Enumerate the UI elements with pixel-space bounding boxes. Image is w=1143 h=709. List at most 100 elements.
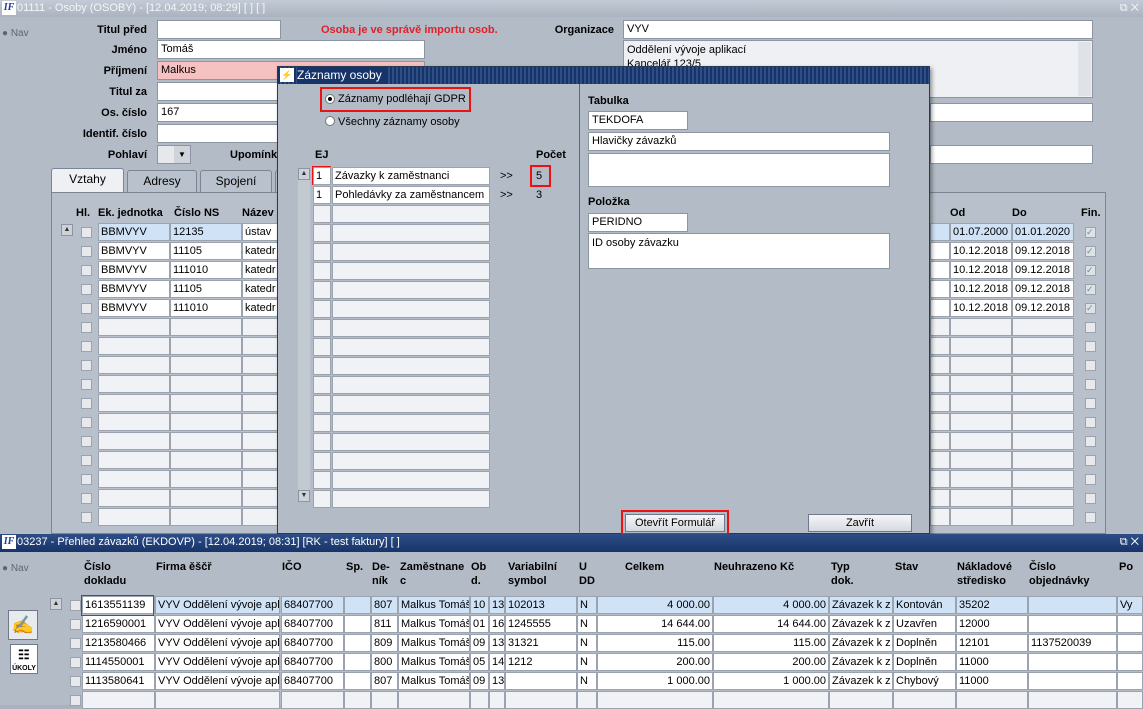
jmeno-field[interactable]: Tomáš bbox=[157, 40, 425, 59]
cell-do[interactable]: 09.12.2018 bbox=[1012, 261, 1074, 279]
cell-cislo-ns[interactable] bbox=[170, 508, 242, 526]
cell-typ[interactable]: Závazek k z bbox=[829, 653, 893, 671]
row-checkbox[interactable] bbox=[70, 600, 81, 611]
cell-hidden[interactable] bbox=[930, 432, 950, 450]
cell-udd[interactable]: N bbox=[577, 596, 597, 614]
cell-od[interactable] bbox=[950, 413, 1012, 431]
pen-hand-icon[interactable]: ✍ bbox=[8, 610, 38, 640]
cell-nazev[interactable] bbox=[242, 356, 278, 374]
cell-cislo-ns[interactable] bbox=[170, 470, 242, 488]
fin-checkbox[interactable]: ✓ bbox=[1085, 284, 1096, 295]
fin-checkbox[interactable]: ✓ bbox=[1085, 246, 1096, 257]
tabulka-desc-field[interactable]: Hlavičky závazků bbox=[588, 132, 890, 151]
cell-nazev[interactable] bbox=[242, 451, 278, 469]
cell-hidden[interactable] bbox=[930, 470, 950, 488]
cell-cislo-ns[interactable]: 111010 bbox=[170, 299, 242, 317]
cell-zaznam-name[interactable] bbox=[332, 262, 490, 280]
cell-cislo-ns[interactable] bbox=[170, 451, 242, 469]
cell-stav[interactable]: Doplněn bbox=[893, 634, 956, 652]
organizace-field[interactable]: VYV bbox=[623, 20, 1093, 39]
cell-ob2[interactable]: 14 bbox=[489, 653, 505, 671]
cell-stav[interactable]: Kontován bbox=[893, 596, 956, 614]
hl-checkbox[interactable] bbox=[81, 360, 92, 371]
cell-den[interactable]: 807 bbox=[371, 672, 398, 690]
cell-hidden[interactable] bbox=[930, 223, 950, 241]
cell-ek-jednotka[interactable] bbox=[98, 337, 170, 355]
cell-ek-jednotka[interactable] bbox=[98, 451, 170, 469]
cell-firma[interactable]: VYV Oddělení vývoje apl bbox=[155, 615, 280, 633]
cell-neuhr[interactable]: 1 000.00 bbox=[713, 672, 829, 690]
cell-od[interactable] bbox=[950, 508, 1012, 526]
cell-celkem[interactable]: 115.00 bbox=[597, 634, 713, 652]
cell-den[interactable]: 811 bbox=[371, 615, 398, 633]
cell-ej[interactable] bbox=[313, 319, 331, 337]
cell-nazev[interactable]: katedr bbox=[242, 280, 278, 298]
cell-nazev[interactable]: katedr bbox=[242, 299, 278, 317]
cell-firma[interactable]: VYV Oddělení vývoje apl bbox=[155, 672, 280, 690]
cell-obj[interactable] bbox=[1028, 615, 1117, 633]
cell-ej[interactable] bbox=[313, 471, 331, 489]
cell-ob2[interactable]: 13 bbox=[489, 672, 505, 690]
hl-checkbox[interactable] bbox=[81, 227, 92, 238]
cell-neuhr[interactable] bbox=[713, 691, 829, 709]
cell-zaznam-name[interactable] bbox=[332, 376, 490, 394]
cell-hidden[interactable] bbox=[930, 451, 950, 469]
cell-do[interactable] bbox=[1012, 451, 1074, 469]
cell-od[interactable]: 01.07.2000 bbox=[950, 223, 1012, 241]
cell-zaznam-name[interactable] bbox=[332, 205, 490, 223]
hl-checkbox[interactable] bbox=[81, 379, 92, 390]
cell-zaznam-name[interactable] bbox=[332, 338, 490, 356]
hl-checkbox[interactable] bbox=[81, 246, 92, 257]
cell-zam[interactable]: Malkus Tomáš bbox=[398, 653, 470, 671]
cell-od[interactable]: 10.12.2018 bbox=[950, 242, 1012, 260]
cell-zaznam-name[interactable] bbox=[332, 243, 490, 261]
cell-cislo-ns[interactable]: 12135 bbox=[170, 223, 242, 241]
cell-typ[interactable]: Závazek k z bbox=[829, 634, 893, 652]
cell-neuhr[interactable]: 4 000.00 bbox=[713, 596, 829, 614]
cell-ob1[interactable]: 05 bbox=[470, 653, 489, 671]
window-controls-2[interactable]: ⧉ ✕ bbox=[1120, 534, 1139, 551]
cell-ico[interactable]: 68407700 bbox=[281, 596, 344, 614]
cell-cislo-ns[interactable] bbox=[170, 356, 242, 374]
cell-ek-jednotka[interactable] bbox=[98, 356, 170, 374]
hl-checkbox[interactable] bbox=[81, 417, 92, 428]
cell-obj[interactable] bbox=[1028, 691, 1117, 709]
cell-typ[interactable]: Závazek k z bbox=[829, 672, 893, 690]
nav-indicator-2[interactable]: ● Nav bbox=[2, 563, 29, 574]
cell-ek-jednotka[interactable] bbox=[98, 413, 170, 431]
cell-po[interactable] bbox=[1117, 691, 1143, 709]
cell-od[interactable] bbox=[950, 375, 1012, 393]
titul-pred-field[interactable] bbox=[157, 20, 281, 39]
polozka-code-field[interactable]: PERIDNO bbox=[588, 213, 688, 232]
cell-ns[interactable]: 12101 bbox=[956, 634, 1028, 652]
cell-cislo-ns[interactable]: 111010 bbox=[170, 261, 242, 279]
cell-cislo-ns[interactable] bbox=[170, 413, 242, 431]
cell-od[interactable] bbox=[950, 394, 1012, 412]
titul-za-field[interactable] bbox=[157, 82, 281, 101]
cell-nazev[interactable] bbox=[242, 318, 278, 336]
cell-zaznam-name[interactable] bbox=[332, 490, 490, 508]
tabulka-code-field[interactable]: TEKDOFA bbox=[588, 111, 688, 130]
cell-ob2[interactable]: 13 bbox=[489, 634, 505, 652]
fin-checkbox[interactable] bbox=[1085, 493, 1096, 504]
cell-neuhr[interactable]: 115.00 bbox=[713, 634, 829, 652]
cell-do[interactable] bbox=[1012, 394, 1074, 412]
cell-ek-jednotka[interactable] bbox=[98, 470, 170, 488]
fin-checkbox[interactable] bbox=[1085, 417, 1096, 428]
cell-udd[interactable]: N bbox=[577, 634, 597, 652]
cell-ej[interactable] bbox=[313, 338, 331, 356]
cell-po[interactable] bbox=[1117, 672, 1143, 690]
cell-udd[interactable]: N bbox=[577, 615, 597, 633]
hl-checkbox[interactable] bbox=[81, 512, 92, 523]
cell-obj[interactable] bbox=[1028, 653, 1117, 671]
identif-field[interactable] bbox=[157, 124, 281, 143]
cell-zaznam-name[interactable] bbox=[332, 224, 490, 242]
cell-do[interactable] bbox=[1012, 413, 1074, 431]
cell-ob2[interactable]: 16 bbox=[489, 615, 505, 633]
dialog-scroll-down-icon[interactable]: ▼ bbox=[298, 490, 310, 502]
cell-ns[interactable]: 11000 bbox=[956, 672, 1028, 690]
cell-po[interactable] bbox=[1117, 615, 1143, 633]
cell-zaznam-name[interactable] bbox=[332, 357, 490, 375]
fin-checkbox[interactable] bbox=[1085, 341, 1096, 352]
cell-nazev[interactable]: katedr bbox=[242, 261, 278, 279]
